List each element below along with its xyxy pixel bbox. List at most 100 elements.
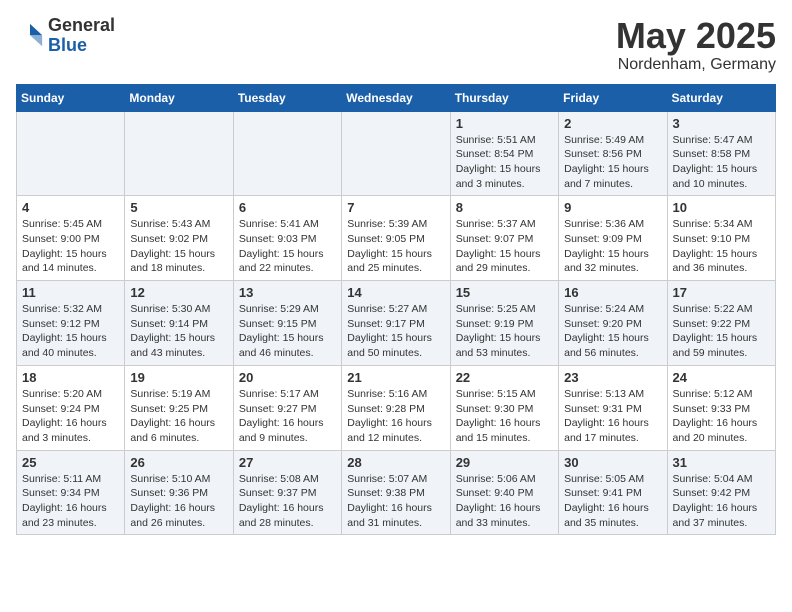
- day-number: 9: [564, 200, 661, 215]
- calendar-cell: 28 Sunrise: 5:07 AM Sunset: 9:38 PM Dayli…: [342, 450, 450, 535]
- calendar-table: SundayMondayTuesdayWednesdayThursdayFrid…: [16, 84, 776, 536]
- day-number: 25: [22, 455, 119, 470]
- day-info: Sunrise: 5:49 AM Sunset: 8:56 PM Dayligh…: [564, 133, 661, 192]
- calendar-cell: 29 Sunrise: 5:06 AM Sunset: 9:40 PM Dayli…: [450, 450, 558, 535]
- day-number: 14: [347, 285, 444, 300]
- calendar-week-3: 11 Sunrise: 5:32 AM Sunset: 9:12 PM Dayli…: [17, 281, 776, 366]
- day-number: 6: [239, 200, 336, 215]
- calendar-cell: [233, 111, 341, 196]
- day-info: Sunrise: 5:15 AM Sunset: 9:30 PM Dayligh…: [456, 387, 553, 446]
- day-info: Sunrise: 5:30 AM Sunset: 9:14 PM Dayligh…: [130, 302, 227, 361]
- logo: General Blue: [16, 16, 115, 56]
- day-info: Sunrise: 5:17 AM Sunset: 9:27 PM Dayligh…: [239, 387, 336, 446]
- calendar-cell: 27Sunrise: 5:08 AM Sunset: 9:37 PM Dayli…: [233, 450, 341, 535]
- calendar-week-2: 4 Sunrise: 5:45 AM Sunset: 9:00 PM Daylig…: [17, 196, 776, 281]
- calendar-cell: 9 Sunrise: 5:36 AM Sunset: 9:09 PM Daylig…: [559, 196, 667, 281]
- day-info: Sunrise: 5:27 AM Sunset: 9:17 PM Dayligh…: [347, 302, 444, 361]
- calendar-cell: 8 Sunrise: 5:37 AM Sunset: 9:07 PM Daylig…: [450, 196, 558, 281]
- calendar-cell: [125, 111, 233, 196]
- calendar-cell: 23Sunrise: 5:13 AM Sunset: 9:31 PM Dayli…: [559, 365, 667, 450]
- calendar-cell: 17Sunrise: 5:22 AM Sunset: 9:22 PM Dayli…: [667, 281, 775, 366]
- day-info: Sunrise: 5:29 AM Sunset: 9:15 PM Dayligh…: [239, 302, 336, 361]
- logo-blue-text: Blue: [48, 36, 115, 56]
- day-info: Sunrise: 5:13 AM Sunset: 9:31 PM Dayligh…: [564, 387, 661, 446]
- day-header-thursday: Thursday: [450, 84, 558, 111]
- day-info: Sunrise: 5:08 AM Sunset: 9:37 PM Dayligh…: [239, 472, 336, 531]
- logo-general-text: General: [48, 16, 115, 36]
- calendar-cell: 24 Sunrise: 5:12 AM Sunset: 9:33 PM Dayli…: [667, 365, 775, 450]
- day-number: 28: [347, 455, 444, 470]
- calendar-week-5: 25 Sunrise: 5:11 AM Sunset: 9:34 PM Dayli…: [17, 450, 776, 535]
- day-number: 10: [673, 200, 770, 215]
- calendar-cell: 22 Sunrise: 5:15 AM Sunset: 9:30 PM Dayli…: [450, 365, 558, 450]
- day-header-monday: Monday: [125, 84, 233, 111]
- day-header-sunday: Sunday: [17, 84, 125, 111]
- day-info: Sunrise: 5:16 AM Sunset: 9:28 PM Dayligh…: [347, 387, 444, 446]
- days-header-row: SundayMondayTuesdayWednesdayThursdayFrid…: [17, 84, 776, 111]
- calendar-week-1: 1Sunrise: 5:51 AM Sunset: 8:54 PM Daylig…: [17, 111, 776, 196]
- calendar-cell: 11 Sunrise: 5:32 AM Sunset: 9:12 PM Dayli…: [17, 281, 125, 366]
- day-number: 22: [456, 370, 553, 385]
- day-info: Sunrise: 5:39 AM Sunset: 9:05 PM Dayligh…: [347, 217, 444, 276]
- day-number: 15: [456, 285, 553, 300]
- day-number: 24: [673, 370, 770, 385]
- day-info: Sunrise: 5:07 AM Sunset: 9:38 PM Dayligh…: [347, 472, 444, 531]
- day-header-friday: Friday: [559, 84, 667, 111]
- day-info: Sunrise: 5:05 AM Sunset: 9:41 PM Dayligh…: [564, 472, 661, 531]
- day-info: Sunrise: 5:51 AM Sunset: 8:54 PM Dayligh…: [456, 133, 553, 192]
- calendar-cell: 25 Sunrise: 5:11 AM Sunset: 9:34 PM Dayli…: [17, 450, 125, 535]
- day-info: Sunrise: 5:19 AM Sunset: 9:25 PM Dayligh…: [130, 387, 227, 446]
- calendar-cell: 31Sunrise: 5:04 AM Sunset: 9:42 PM Dayli…: [667, 450, 775, 535]
- day-info: Sunrise: 5:24 AM Sunset: 9:20 PM Dayligh…: [564, 302, 661, 361]
- day-header-tuesday: Tuesday: [233, 84, 341, 111]
- calendar-week-4: 18 Sunrise: 5:20 AM Sunset: 9:24 PM Dayli…: [17, 365, 776, 450]
- day-info: Sunrise: 5:34 AM Sunset: 9:10 PM Dayligh…: [673, 217, 770, 276]
- day-info: Sunrise: 5:20 AM Sunset: 9:24 PM Dayligh…: [22, 387, 119, 446]
- calendar-cell: 1Sunrise: 5:51 AM Sunset: 8:54 PM Daylig…: [450, 111, 558, 196]
- calendar-cell: [17, 111, 125, 196]
- location: Nordenham, Germany: [616, 56, 776, 74]
- calendar-cell: 4 Sunrise: 5:45 AM Sunset: 9:00 PM Daylig…: [17, 196, 125, 281]
- day-info: Sunrise: 5:10 AM Sunset: 9:36 PM Dayligh…: [130, 472, 227, 531]
- day-info: Sunrise: 5:36 AM Sunset: 9:09 PM Dayligh…: [564, 217, 661, 276]
- title-block: May 2025 Nordenham, Germany: [616, 16, 776, 74]
- day-number: 30: [564, 455, 661, 470]
- day-info: Sunrise: 5:37 AM Sunset: 9:07 PM Dayligh…: [456, 217, 553, 276]
- calendar-cell: 5Sunrise: 5:43 AM Sunset: 9:02 PM Daylig…: [125, 196, 233, 281]
- day-info: Sunrise: 5:06 AM Sunset: 9:40 PM Dayligh…: [456, 472, 553, 531]
- calendar-cell: 20 Sunrise: 5:17 AM Sunset: 9:27 PM Dayli…: [233, 365, 341, 450]
- day-number: 8: [456, 200, 553, 215]
- day-info: Sunrise: 5:43 AM Sunset: 9:02 PM Dayligh…: [130, 217, 227, 276]
- calendar-cell: 12 Sunrise: 5:30 AM Sunset: 9:14 PM Dayli…: [125, 281, 233, 366]
- day-number: 16: [564, 285, 661, 300]
- day-info: Sunrise: 5:12 AM Sunset: 9:33 PM Dayligh…: [673, 387, 770, 446]
- calendar-cell: 18 Sunrise: 5:20 AM Sunset: 9:24 PM Dayli…: [17, 365, 125, 450]
- day-number: 19: [130, 370, 227, 385]
- day-info: Sunrise: 5:11 AM Sunset: 9:34 PM Dayligh…: [22, 472, 119, 531]
- day-number: 13: [239, 285, 336, 300]
- calendar-cell: 6 Sunrise: 5:41 AM Sunset: 9:03 PM Daylig…: [233, 196, 341, 281]
- calendar-cell: 26Sunrise: 5:10 AM Sunset: 9:36 PM Dayli…: [125, 450, 233, 535]
- logo-icon: [16, 22, 44, 50]
- day-info: Sunrise: 5:47 AM Sunset: 8:58 PM Dayligh…: [673, 133, 770, 192]
- month-title: May 2025: [616, 16, 776, 56]
- day-number: 12: [130, 285, 227, 300]
- day-number: 29: [456, 455, 553, 470]
- day-number: 3: [673, 116, 770, 131]
- day-header-wednesday: Wednesday: [342, 84, 450, 111]
- day-info: Sunrise: 5:41 AM Sunset: 9:03 PM Dayligh…: [239, 217, 336, 276]
- day-number: 18: [22, 370, 119, 385]
- day-number: 11: [22, 285, 119, 300]
- day-info: Sunrise: 5:25 AM Sunset: 9:19 PM Dayligh…: [456, 302, 553, 361]
- calendar-cell: 3 Sunrise: 5:47 AM Sunset: 8:58 PM Daylig…: [667, 111, 775, 196]
- day-number: 2: [564, 116, 661, 131]
- day-info: Sunrise: 5:32 AM Sunset: 9:12 PM Dayligh…: [22, 302, 119, 361]
- day-number: 20: [239, 370, 336, 385]
- calendar-cell: 7Sunrise: 5:39 AM Sunset: 9:05 PM Daylig…: [342, 196, 450, 281]
- page-header: General Blue May 2025 Nordenham, Germany: [16, 16, 776, 74]
- day-info: Sunrise: 5:45 AM Sunset: 9:00 PM Dayligh…: [22, 217, 119, 276]
- day-number: 4: [22, 200, 119, 215]
- day-header-saturday: Saturday: [667, 84, 775, 111]
- calendar-cell: 10 Sunrise: 5:34 AM Sunset: 9:10 PM Dayli…: [667, 196, 775, 281]
- calendar-cell: 30 Sunrise: 5:05 AM Sunset: 9:41 PM Dayli…: [559, 450, 667, 535]
